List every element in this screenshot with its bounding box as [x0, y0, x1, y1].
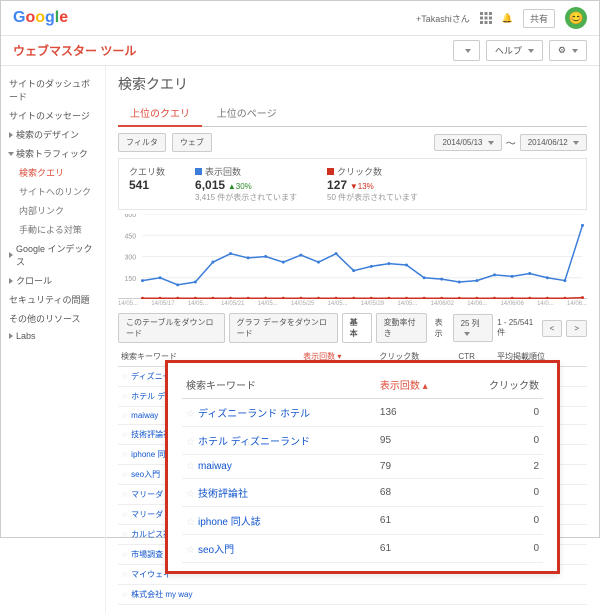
overlay-panel: 検索キーワード 表示回数 ▴ クリック数 ☆ディズニーランド ホテル1360☆ホ…	[165, 360, 560, 574]
stat-impressions: 表示回数 6,015 ▲30% 3,415 件が表示されています	[195, 165, 297, 203]
sidebar-item[interactable]: セキュリティの問題	[7, 290, 99, 309]
sidebar-item[interactable]: クロール	[7, 271, 99, 290]
svg-text:600: 600	[125, 214, 137, 219]
site-selector[interactable]	[453, 40, 480, 61]
sidebar-item[interactable]: Google インデックス	[7, 239, 99, 271]
table-row[interactable]: ☆ディズニーランド ホテル1360	[182, 399, 543, 427]
overlay-table: 検索キーワード 表示回数 ▴ クリック数 ☆ディズニーランド ホテル1360☆ホ…	[182, 371, 543, 563]
star-icon[interactable]: ☆	[121, 570, 131, 579]
table-toolbar: このテーブルをダウンロード グラフ データをダウンロード 基本 変動率付き 表示…	[118, 313, 587, 343]
stats-panel: クエリ数 541 表示回数 6,015 ▲30% 3,415 件が表示されていま…	[118, 158, 587, 210]
star-icon[interactable]: ☆	[186, 461, 198, 472]
tabs: 上位のクエリ 上位のページ	[118, 100, 587, 127]
tab-pages[interactable]: 上位のページ	[205, 100, 289, 125]
next-page[interactable]: >	[566, 320, 587, 337]
sidebar-item[interactable]: その他のリソース	[7, 309, 99, 328]
star-icon[interactable]: ☆	[121, 590, 131, 599]
google-logo[interactable]: Google	[13, 9, 68, 27]
table-row[interactable]: ☆株式会社 my way	[118, 585, 587, 605]
star-icon[interactable]: ☆	[121, 490, 131, 499]
sidebar-item[interactable]: 内部リンク	[7, 201, 99, 220]
with-change-button[interactable]: 変動率付き	[376, 313, 427, 343]
ov-col-keyword[interactable]: 検索キーワード	[182, 371, 376, 399]
share-button[interactable]: 共有	[523, 9, 555, 28]
sidebar-item[interactable]: 検索トラフィック	[7, 144, 99, 163]
sidebar-item[interactable]: 検索クエリ	[7, 163, 99, 182]
star-icon[interactable]: ☆	[121, 450, 131, 459]
table-row[interactable]: ☆maiway792	[182, 455, 543, 479]
table-row[interactable]: ☆技術評論社680	[182, 479, 543, 507]
ov-col-clicks[interactable]: クリック数	[458, 371, 543, 399]
stat-clicks: クリック数 127 ▼13% 50 件が表示されています	[327, 165, 418, 203]
date-from[interactable]: 2014/05/13	[434, 134, 501, 151]
sidebar-item[interactable]: 手動による対策	[7, 220, 99, 239]
sidebar-item[interactable]: サイトのダッシュボード	[7, 74, 99, 106]
user-link[interactable]: +Takashiさん	[416, 12, 470, 25]
avatar[interactable]: 😊	[565, 7, 587, 29]
sub-header: ウェブマスター ツール ヘルプ ⚙	[1, 36, 599, 66]
web-button[interactable]: ウェブ	[172, 133, 212, 152]
prev-page[interactable]: <	[542, 320, 563, 337]
settings-button[interactable]: ⚙	[549, 40, 587, 61]
bell-icon[interactable]: 🔔	[502, 13, 513, 24]
help-button[interactable]: ヘルプ	[486, 40, 543, 61]
star-icon[interactable]: ☆	[186, 409, 198, 420]
chart-x-labels: 14/05...14/05/1714/05...14/05/2114/05...…	[118, 301, 587, 307]
global-header: Google +Takashiさん 🔔 共有 😊	[1, 1, 599, 36]
table-row[interactable]: ☆seo入門610	[182, 535, 543, 563]
download-chart-button[interactable]: グラフ データをダウンロード	[229, 313, 338, 343]
stat-queries: クエリ数 541	[129, 165, 165, 203]
line-chart: 150 300 450 600	[118, 214, 587, 299]
star-icon[interactable]: ☆	[186, 437, 198, 448]
star-icon[interactable]: ☆	[186, 545, 198, 556]
rows-selector[interactable]: 25 列	[453, 314, 494, 342]
ov-col-impressions[interactable]: 表示回数 ▴	[376, 371, 458, 399]
svg-text:300: 300	[125, 255, 137, 262]
pager-label: 1 - 25/541 件	[497, 318, 537, 338]
table-row[interactable]: ☆iphone 同人誌610	[182, 507, 543, 535]
star-icon[interactable]: ☆	[121, 372, 131, 381]
sidebar-item[interactable]: サイトへのリンク	[7, 182, 99, 201]
product-title: ウェブマスター ツール	[13, 42, 136, 59]
star-icon[interactable]: ☆	[121, 470, 131, 479]
download-table-button[interactable]: このテーブルをダウンロード	[118, 313, 225, 343]
star-icon[interactable]: ☆	[186, 489, 198, 500]
filter-button[interactable]: フィルタ	[118, 133, 166, 152]
star-icon[interactable]: ☆	[121, 430, 131, 439]
table-row[interactable]: ☆ホテル ディズニーランド950	[182, 427, 543, 455]
svg-text:150: 150	[125, 276, 137, 283]
star-icon[interactable]: ☆	[121, 510, 131, 519]
sidebar-item[interactable]: サイトのメッセージ	[7, 106, 99, 125]
sidebar-item[interactable]: Labs	[7, 328, 99, 344]
apps-icon[interactable]	[480, 12, 492, 24]
tab-queries[interactable]: 上位のクエリ	[118, 100, 202, 127]
basic-button[interactable]: 基本	[342, 313, 372, 343]
star-icon[interactable]: ☆	[121, 550, 131, 559]
star-icon[interactable]: ☆	[121, 411, 131, 420]
page-title: 検索クエリ	[118, 74, 587, 94]
sidebar-item[interactable]: 検索のデザイン	[7, 125, 99, 144]
star-icon[interactable]: ☆	[121, 392, 131, 401]
svg-text:450: 450	[125, 233, 137, 240]
sidebar: サイトのダッシュボードサイトのメッセージ検索のデザイン検索トラフィック検索クエリ…	[1, 66, 106, 613]
date-to[interactable]: 2014/06/12	[520, 134, 587, 151]
star-icon[interactable]: ☆	[186, 517, 198, 528]
